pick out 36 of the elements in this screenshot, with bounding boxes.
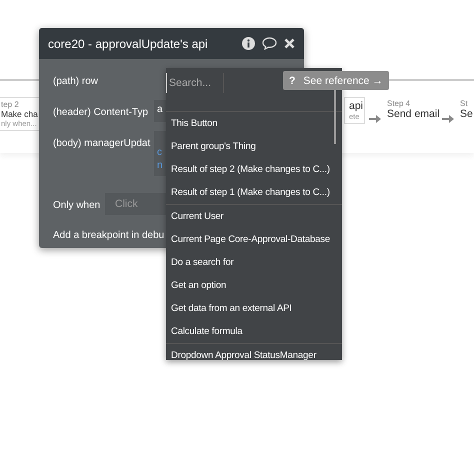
info-icon[interactable] (242, 37, 255, 50)
tooltip-text: See reference → (303, 74, 383, 86)
menu-item[interactable]: Do a search for (166, 251, 342, 274)
step-title: Se (460, 108, 473, 120)
field-label: (header) Content-Typ (53, 106, 150, 118)
menu-item[interactable]: Result of step 2 (Make changes to C...) (166, 158, 342, 181)
menu-item[interactable]: Dropdown Approval StatusManager (166, 344, 342, 360)
menu-item[interactable]: Current User (166, 205, 342, 228)
menu-item[interactable]: Current Page Core-Approval-Database (166, 228, 342, 251)
breakpoint-label[interactable]: Add a breakpoint in debu (53, 230, 164, 241)
step-card[interactable]: Step 4 Send email (383, 97, 441, 122)
field-label: (path) row (53, 75, 100, 87)
step-title: Make cha (1, 109, 38, 119)
field-label: (body) managerUpdat (53, 137, 152, 149)
comment-icon[interactable] (262, 37, 277, 50)
panel-title: core20 - approvalUpdate's api (48, 36, 209, 50)
menu-item[interactable]: Calculate formula (166, 320, 342, 343)
field-label: Only when (53, 199, 102, 211)
menu-item[interactable]: Parent group's Thing (166, 135, 342, 158)
arrow-icon (442, 114, 454, 124)
step-label: tep 2 (1, 100, 20, 109)
search-field[interactable]: Search... (166, 73, 224, 93)
menu-item[interactable]: Result of step 1 (Make changes to C...) (166, 181, 342, 204)
menu-item[interactable]: Get data from an external API (166, 297, 342, 320)
step-title: api (349, 100, 364, 112)
step-title: Send email (387, 108, 440, 120)
help-icon: ? (289, 74, 296, 86)
menu-item[interactable]: Get an option (166, 274, 342, 297)
step-card[interactable]: St Se (456, 97, 474, 122)
step-label: St (460, 99, 469, 108)
arrow-icon (369, 114, 381, 124)
menu-item[interactable]: This Button (166, 112, 342, 135)
close-icon[interactable] (284, 38, 295, 49)
field-value: c n (157, 146, 163, 172)
field-value: a (157, 104, 163, 115)
step-label: Step 4 (387, 99, 412, 108)
